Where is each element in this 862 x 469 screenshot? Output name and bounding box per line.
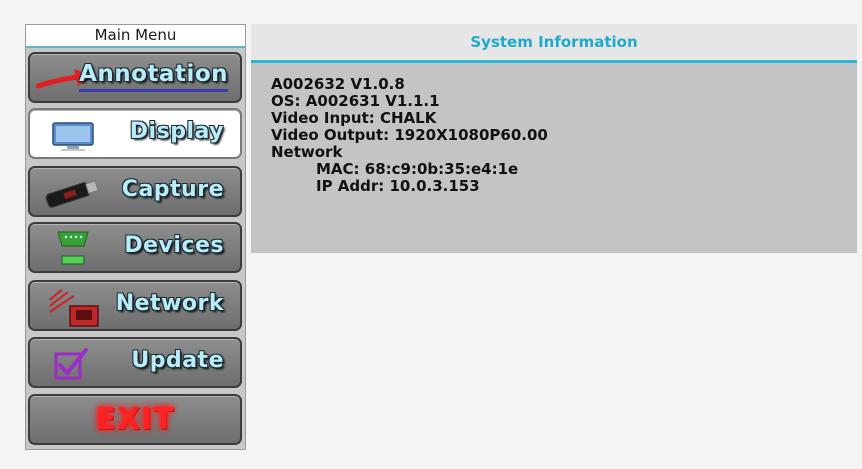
display-button[interactable]: Display [28, 108, 242, 159]
firmware-version: A002632 V1.0.8 [271, 75, 405, 93]
checkbox-icon [54, 348, 88, 380]
main-menu-title: Main Menu [26, 25, 245, 48]
serial-port-icon [57, 231, 89, 265]
network-button[interactable]: Network [28, 280, 242, 331]
update-label: Update [131, 348, 224, 373]
devices-button[interactable]: Devices [28, 222, 242, 273]
os-version: OS: A002631 V1.1.1 [271, 92, 440, 110]
ip-address: IP Addr: 10.0.3.153 [316, 177, 480, 195]
usb-drive-icon [45, 180, 99, 208]
system-information-panel: System Information A002632 V1.0.8 OS: A0… [251, 24, 857, 253]
devices-label: Devices [124, 233, 224, 258]
exit-button[interactable]: EXIT [28, 394, 242, 445]
network-port-icon [49, 289, 99, 327]
main-menu-sidebar: Main Menu Annotation Display Capture Dev… [25, 24, 246, 450]
annotation-label: Annotation [79, 62, 228, 92]
video-output: Video Output: 1920X1080P60.00 [271, 126, 548, 144]
network-label: Network [115, 291, 224, 316]
system-info-list: A002632 V1.0.8 OS: A002631 V1.1.1 Video … [251, 63, 857, 195]
annotation-button[interactable]: Annotation [28, 52, 242, 103]
mac-address: MAC: 68:c9:0b:35:e4:1e [316, 160, 519, 178]
display-label: Display [129, 119, 224, 144]
update-button[interactable]: Update [28, 337, 242, 388]
monitor-icon [52, 122, 94, 151]
video-input: Video Input: CHALK [271, 109, 437, 127]
capture-button[interactable]: Capture [28, 166, 242, 217]
network-heading: Network [271, 143, 343, 161]
capture-label: Capture [121, 177, 224, 202]
exit-label: EXIT [95, 402, 175, 437]
panel-title: System Information [251, 24, 857, 63]
